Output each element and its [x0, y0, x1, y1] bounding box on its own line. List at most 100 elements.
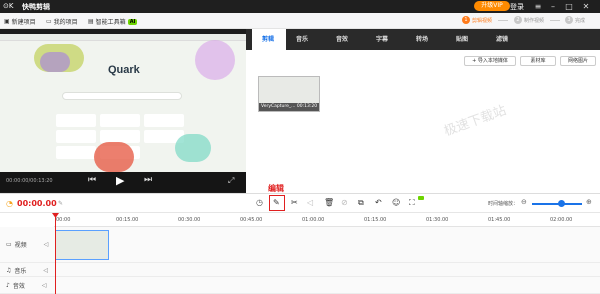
- media-clip[interactable]: VeryCapture_... 00:13:20: [258, 76, 320, 112]
- sfx-track-header: ♪ 音效 ◁: [6, 281, 46, 290]
- new-badge: [418, 196, 424, 200]
- freeze-icon[interactable]: ⊘: [341, 198, 348, 207]
- mute-icon[interactable]: ◁: [44, 241, 49, 248]
- timeline-ruler[interactable]: 00:00 00:15.00 00:30.00 00:45.00 01:00.0…: [54, 213, 600, 227]
- menu-row: ▣ 新建项目 ▭ 我的项目 ▤ 智能工具箱 AI 1 剪辑视频 2 制作视频 3…: [0, 13, 600, 29]
- volume-icon[interactable]: ◁: [307, 198, 313, 207]
- copy-icon[interactable]: ⧉: [358, 198, 364, 208]
- clip-caption: VeryCapture_... 00:13:20: [259, 103, 319, 111]
- clip-duration: 00:13:20: [296, 104, 318, 109]
- new-project-button[interactable]: ▣ 新建项目: [4, 17, 36, 26]
- web-images-button[interactable]: 网络图片: [560, 56, 596, 66]
- upgrade-vip-button[interactable]: 升级VIP: [474, 1, 510, 11]
- playhead[interactable]: [55, 214, 56, 294]
- tick-label: 00:45.00: [240, 217, 263, 223]
- track-label: 音乐: [14, 268, 27, 275]
- feature-tabs: 剪辑 音乐 音效 字幕 转场 贴图 滤镜: [246, 29, 600, 50]
- close-icon[interactable]: ✕: [580, 1, 592, 12]
- tab-edit[interactable]: 剪辑: [252, 29, 286, 50]
- new-project-label: 新建项目: [11, 19, 36, 26]
- edit-time-icon[interactable]: ✎: [58, 200, 63, 207]
- play-icon[interactable]: ▶: [116, 174, 124, 187]
- preview-frame[interactable]: Quark: [0, 34, 246, 172]
- tick-label: 00:00: [56, 217, 71, 223]
- mute-icon[interactable]: ◁: [42, 282, 47, 289]
- folder-icon: ▭: [46, 18, 52, 25]
- emoji-icon[interactable]: ☺: [392, 198, 400, 207]
- tick-label: 00:15.00: [116, 217, 139, 223]
- tab-label: 音效: [336, 36, 349, 43]
- zoom-out-icon[interactable]: ⊖: [521, 198, 527, 206]
- speed-icon[interactable]: ◷: [256, 198, 263, 207]
- zoom-in-icon[interactable]: ⊕: [586, 198, 592, 206]
- step-3[interactable]: 3 完成: [565, 16, 585, 24]
- track-label: 视频: [14, 242, 27, 249]
- tab-transitions[interactable]: 转场: [406, 29, 446, 50]
- video-track-header: ▭ 视频 ◁: [6, 240, 48, 249]
- video-track: ▭ 视频 ◁: [0, 227, 600, 263]
- crop-icon[interactable]: ⛶: [409, 198, 415, 208]
- decor-shape: [195, 40, 235, 80]
- asset-library-button[interactable]: 素材库: [520, 56, 556, 66]
- ai-tools-label: 智能工具箱: [95, 19, 126, 26]
- ai-tools-button[interactable]: ▤ 智能工具箱 AI: [88, 17, 138, 26]
- zoom-label: 时间轴缩放：: [488, 201, 519, 207]
- tab-stickers[interactable]: 贴图: [446, 29, 486, 50]
- step-label: 剪辑视频: [472, 17, 493, 24]
- scissors-icon[interactable]: ✂: [291, 198, 298, 207]
- tick-label: 01:30.00: [426, 217, 449, 223]
- tick-label: 01:00.00: [302, 217, 325, 223]
- music-track: ♫ 音乐 ◁: [0, 263, 600, 277]
- timeline-toolbar: ◔ 00:00.00 ✎ ◷ ✎ ✂ ◁ 🗑 ⊘ ⧉ ↶ ☺ ⛶ 时间轴缩放： …: [0, 193, 600, 213]
- tick-label: 00:30.00: [178, 217, 201, 223]
- edit-pen-button[interactable]: ✎: [269, 195, 285, 211]
- minimize-icon[interactable]: –: [547, 1, 559, 12]
- import-media-button[interactable]: + 导入本地媒体: [464, 56, 516, 66]
- tab-subtitles[interactable]: 字幕: [366, 29, 406, 50]
- step-1[interactable]: 1 剪辑视频: [462, 16, 492, 24]
- clip-name: VeryCapture_...: [261, 104, 296, 109]
- tab-filters[interactable]: 滤镜: [486, 29, 526, 50]
- mute-icon[interactable]: ◁: [43, 267, 48, 274]
- music-track-header: ♫ 音乐 ◁: [6, 266, 48, 275]
- step-number: 2: [514, 16, 522, 24]
- step-connector: [550, 20, 560, 21]
- search-box[interactable]: [62, 92, 182, 100]
- sfx-icon: ♪: [6, 282, 10, 289]
- undo-icon[interactable]: ↶: [375, 198, 382, 207]
- step-2[interactable]: 2 制作视频: [514, 16, 544, 24]
- tab-label: 转场: [416, 36, 429, 43]
- new-project-icon: ▣: [4, 18, 10, 25]
- preview-controls: 00:00:00/00:13:20 ⏮ ▶ ⏭ ⤢: [0, 172, 246, 192]
- video-clip[interactable]: [55, 230, 109, 260]
- login-button[interactable]: 登录: [510, 2, 524, 12]
- preview-timecode: 00:00:00/00:13:20: [6, 178, 53, 184]
- my-projects-button[interactable]: ▭ 我的项目: [46, 17, 78, 26]
- zoom-slider-thumb[interactable]: [558, 200, 565, 207]
- step-label: 制作视频: [524, 17, 545, 24]
- clock-icon: ◔: [6, 199, 13, 208]
- pen-icon: ✎: [273, 198, 280, 207]
- decor-shape: [94, 142, 134, 172]
- zoom-slider[interactable]: [532, 200, 582, 207]
- delete-icon[interactable]: 🗑: [324, 198, 334, 207]
- tab-sfx[interactable]: 音效: [326, 29, 366, 50]
- tick-label: 02:00.00: [550, 217, 573, 223]
- fullscreen-icon[interactable]: ⤢: [228, 176, 234, 186]
- ai-badge: AI: [127, 18, 138, 25]
- step-label: 完成: [575, 17, 586, 24]
- my-projects-label: 我的项目: [53, 19, 78, 26]
- video-icon: ▭: [6, 241, 12, 248]
- next-frame-icon[interactable]: ⏭: [144, 175, 152, 185]
- step-connector: [498, 20, 508, 21]
- music-icon: ♫: [6, 267, 12, 274]
- tab-music[interactable]: 音乐: [286, 29, 326, 50]
- decor-shape: [40, 52, 70, 72]
- menu-icon[interactable]: ≡: [532, 1, 544, 12]
- prev-frame-icon[interactable]: ⏮: [88, 175, 96, 185]
- tab-label: 剪辑: [262, 36, 275, 43]
- tab-label: 音乐: [296, 36, 309, 43]
- maximize-icon[interactable]: □: [563, 1, 575, 12]
- watermark: 极速下载站: [442, 103, 509, 140]
- tab-label: 滤镜: [496, 36, 509, 43]
